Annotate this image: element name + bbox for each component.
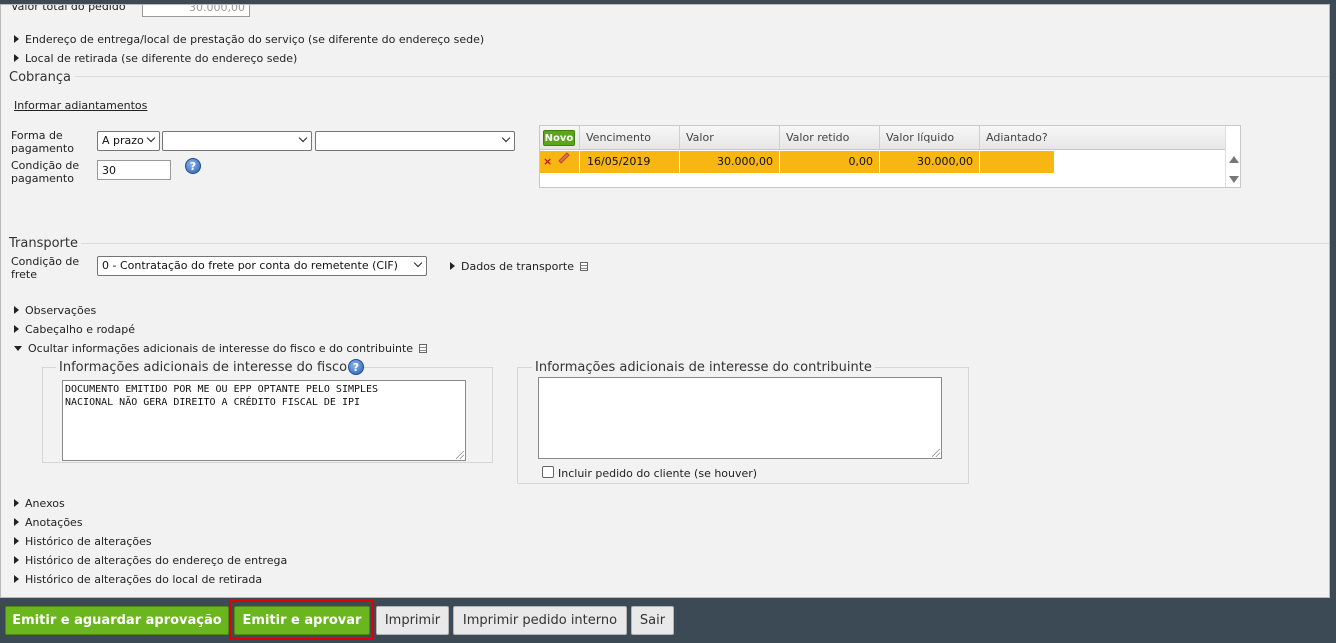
cell-valor-liquido: 30.000,00 bbox=[879, 151, 979, 173]
informar-adiantamentos-link[interactable]: Informar adiantamentos bbox=[14, 99, 147, 112]
cell-vencimento: 16/05/2019 bbox=[579, 151, 679, 173]
expand-arrow-icon bbox=[14, 575, 19, 583]
expander-observacoes[interactable]: Observações bbox=[14, 304, 96, 317]
edit-pencil-icon[interactable] bbox=[558, 152, 570, 164]
cell-valor: 30.000,00 bbox=[679, 151, 779, 173]
expand-arrow-icon bbox=[14, 325, 19, 333]
forma-pagamento-select-3[interactable] bbox=[315, 131, 515, 151]
expander-historico-endereco[interactable]: Histórico de alterações do endereço de e… bbox=[14, 554, 287, 567]
grid-scrollbar[interactable] bbox=[1225, 126, 1240, 187]
col-header-valor-retido[interactable]: Valor retido bbox=[779, 126, 879, 150]
expand-arrow-icon bbox=[450, 262, 455, 270]
valor-total-input[interactable]: 30.000,00 bbox=[142, 5, 250, 17]
highlight-box bbox=[229, 600, 374, 640]
help-icon[interactable]: ? bbox=[185, 158, 201, 174]
expand-arrow-icon bbox=[14, 306, 19, 314]
incluir-pedido-label: Incluir pedido do cliente (se houver) bbox=[558, 467, 758, 480]
resize-grip-icon[interactable] bbox=[456, 451, 464, 459]
condicao-frete-label: Condição de frete bbox=[11, 255, 80, 281]
ocultar-informacoes-toggle[interactable]: Ocultar informações adicionais de intere… bbox=[14, 342, 428, 355]
forma-pagamento-select-2[interactable] bbox=[162, 131, 312, 151]
expander-anexos[interactable]: Anexos bbox=[14, 497, 65, 510]
grid-header: Novo Vencimento Valor Valor retido Valor… bbox=[540, 126, 1226, 150]
fisco-legend: Informações adicionais de interesse do f… bbox=[56, 360, 351, 375]
forma-pagamento-select[interactable]: A prazo bbox=[97, 131, 160, 151]
expand-arrow-icon bbox=[14, 499, 19, 507]
divider bbox=[75, 76, 1329, 77]
table-row[interactable]: × 16/05/2019 30.000,00 0,00 30.000,00 bbox=[540, 151, 1054, 173]
imprimir-button[interactable]: Imprimir bbox=[376, 606, 449, 635]
divider bbox=[81, 243, 1329, 244]
section-title-transporte: Transporte bbox=[9, 236, 78, 251]
condicao-pagamento-input[interactable]: 30 bbox=[97, 160, 171, 180]
col-header-valor[interactable]: Valor bbox=[679, 126, 779, 150]
help-icon[interactable]: ? bbox=[348, 359, 364, 375]
expander-historico-local[interactable]: Histórico de alterações do local de reti… bbox=[14, 573, 262, 586]
document-icon bbox=[419, 344, 428, 353]
col-header-valor-liquido[interactable]: Valor líquido bbox=[879, 126, 979, 150]
imprimir-pedido-interno-button[interactable]: Imprimir pedido interno bbox=[453, 606, 627, 635]
document-icon bbox=[580, 262, 588, 271]
cell-adiantado bbox=[979, 151, 1054, 173]
valor-total-label: Valor total do pedido bbox=[11, 4, 126, 13]
expander-endereco-entrega[interactable]: Endereço de entrega/local de prestação d… bbox=[14, 33, 484, 46]
expand-arrow-icon bbox=[14, 556, 19, 564]
fisco-textarea[interactable]: DOCUMENTO EMITIDO POR ME OU EPP OPTANTE … bbox=[62, 380, 466, 461]
section-title-cobranca: Cobrança bbox=[9, 70, 71, 85]
sair-button[interactable]: Sair bbox=[631, 606, 674, 635]
emitir-aguardar-button[interactable]: Emitir e aguardar aprovação bbox=[5, 606, 229, 635]
contribuinte-textarea[interactable] bbox=[538, 377, 942, 459]
expand-arrow-icon bbox=[14, 518, 19, 526]
expander-local-retirada[interactable]: Local de retirada (se diferente do ender… bbox=[14, 52, 297, 65]
col-header-adiantado[interactable]: Adiantado? bbox=[979, 126, 1226, 150]
row-actions: × bbox=[540, 151, 579, 173]
contribuinte-legend: Informações adicionais de interesse do c… bbox=[532, 360, 875, 375]
order-form-panel: Valor total do pedido 30.000,00 Endereço… bbox=[0, 4, 1330, 598]
incluir-pedido-checkbox[interactable] bbox=[542, 466, 554, 478]
parcelas-grid: Novo Vencimento Valor Valor retido Valor… bbox=[539, 125, 1241, 188]
expand-arrow-icon bbox=[14, 35, 19, 43]
chevron-down-icon bbox=[501, 133, 511, 143]
expand-arrow-icon bbox=[14, 54, 19, 62]
chevron-down-icon bbox=[146, 133, 156, 143]
condicao-frete-select[interactable]: 0 - Contratação do frete por conta do re… bbox=[97, 256, 427, 276]
scroll-down-icon[interactable] bbox=[1229, 176, 1239, 183]
expander-cabecalho-rodape[interactable]: Cabeçalho e rodapé bbox=[14, 323, 135, 336]
dados-transporte-toggle[interactable]: Dados de transporte bbox=[450, 260, 588, 273]
resize-grip-icon[interactable] bbox=[932, 449, 940, 457]
chevron-down-icon bbox=[413, 258, 423, 268]
delete-icon[interactable]: × bbox=[543, 151, 552, 173]
novo-button[interactable]: Novo bbox=[543, 130, 575, 146]
collapse-arrow-icon bbox=[14, 346, 22, 351]
col-header-vencimento[interactable]: Vencimento bbox=[579, 126, 679, 150]
cell-valor-retido: 0,00 bbox=[779, 151, 879, 173]
scroll-up-icon[interactable] bbox=[1229, 156, 1239, 163]
expand-arrow-icon bbox=[14, 537, 19, 545]
forma-pagamento-label: Forma de pagamento bbox=[11, 129, 74, 155]
expander-historico-alteracoes[interactable]: Histórico de alterações bbox=[14, 535, 152, 548]
chevron-down-icon bbox=[298, 133, 308, 143]
expander-anotacoes[interactable]: Anotações bbox=[14, 516, 83, 529]
condicao-pagamento-label: Condição de pagamento bbox=[11, 159, 80, 185]
